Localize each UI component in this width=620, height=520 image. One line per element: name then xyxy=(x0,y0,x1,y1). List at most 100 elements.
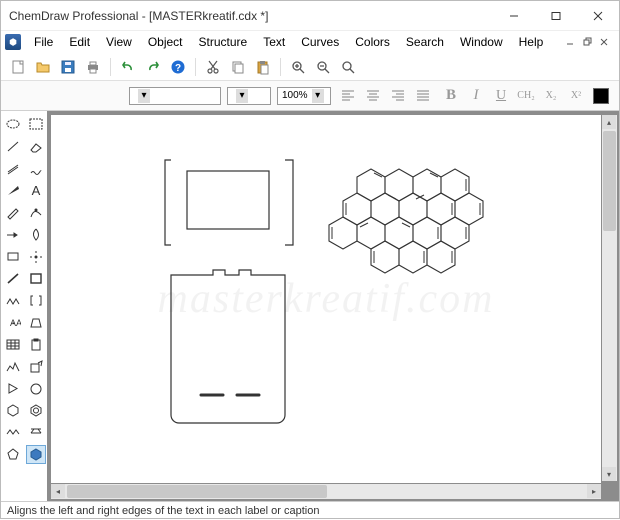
table-tool[interactable] xyxy=(3,335,23,354)
scroll-down-arrow[interactable]: ▾ xyxy=(602,467,616,481)
hexagon-tool[interactable] xyxy=(3,401,23,420)
menu-help[interactable]: Help xyxy=(512,33,551,51)
clipboard-tool[interactable] xyxy=(26,335,46,354)
redo-button[interactable] xyxy=(142,56,164,78)
format-toolbar: ▾ ▾ 100%▾ B I U CH₂ X₂ X² xyxy=(1,81,619,111)
print-button[interactable] xyxy=(82,56,104,78)
align-right-button[interactable] xyxy=(387,86,409,106)
window-title: ChemDraw Professional - [MASTERkreatif.c… xyxy=(9,9,493,23)
lasso-tool[interactable] xyxy=(3,115,23,134)
save-button[interactable] xyxy=(57,56,79,78)
atom-label-tool[interactable]: AA xyxy=(3,313,23,332)
vertical-scrollbar[interactable]: ▴ ▾ xyxy=(602,115,617,481)
play-tool[interactable] xyxy=(3,379,23,398)
menu-search[interactable]: Search xyxy=(399,33,451,51)
bracket-tool[interactable] xyxy=(26,291,46,310)
zoom-fit-button[interactable] xyxy=(337,56,359,78)
italic-button[interactable]: I xyxy=(465,86,487,106)
align-left-button[interactable] xyxy=(337,86,359,106)
main-toolbar: ? xyxy=(1,53,619,81)
pen-tool[interactable] xyxy=(3,203,23,222)
toolbox: A AA xyxy=(1,111,47,501)
wedge-tool[interactable] xyxy=(3,181,23,200)
menu-object[interactable]: Object xyxy=(141,33,190,51)
help-button[interactable]: ? xyxy=(167,56,189,78)
flip-tool[interactable] xyxy=(26,423,46,442)
menu-file[interactable]: File xyxy=(27,33,60,51)
paste-button[interactable] xyxy=(252,56,274,78)
chain-tool[interactable] xyxy=(3,291,23,310)
align-justify-button[interactable] xyxy=(412,86,434,106)
undo-button[interactable] xyxy=(117,56,139,78)
export-tool[interactable] xyxy=(26,357,46,376)
status-bar: Aligns the left and right edges of the t… xyxy=(1,501,619,520)
open-button[interactable] xyxy=(32,56,54,78)
canvas-container: masterkreatif.com xyxy=(47,111,619,501)
reaction-tool[interactable] xyxy=(3,357,23,376)
orbital-tool[interactable] xyxy=(26,225,46,244)
scroll-thumb-horizontal[interactable] xyxy=(67,485,327,498)
zoom-combo[interactable]: 100%▾ xyxy=(277,87,331,105)
drawing-canvas[interactable]: masterkreatif.com xyxy=(51,115,601,483)
eraser-tool[interactable] xyxy=(26,137,46,156)
chevron-down-icon: ▾ xyxy=(138,89,150,103)
subscript-button[interactable]: X₂ xyxy=(540,86,562,106)
color-swatch[interactable] xyxy=(593,88,609,104)
bold-button[interactable]: B xyxy=(440,86,462,106)
benzene-tool[interactable] xyxy=(26,401,46,420)
zoom-out-button[interactable] xyxy=(312,56,334,78)
fontsize-combo[interactable]: ▾ xyxy=(227,87,271,105)
menu-bar: ⬢ File Edit View Object Structure Text C… xyxy=(1,31,619,53)
chevron-down-icon: ▾ xyxy=(312,89,324,103)
horizontal-scrollbar[interactable]: ◂ ▸ xyxy=(51,484,601,499)
cut-button[interactable] xyxy=(202,56,224,78)
box-tool[interactable] xyxy=(26,269,46,288)
superscript-button[interactable]: X² xyxy=(565,86,587,106)
menu-window[interactable]: Window xyxy=(453,33,510,51)
marquee-tool[interactable] xyxy=(26,115,46,134)
chemical-symbol-tool[interactable] xyxy=(26,247,46,266)
close-button[interactable] xyxy=(577,1,619,30)
template-tool[interactable] xyxy=(26,445,46,464)
scroll-up-arrow[interactable]: ▴ xyxy=(602,115,616,129)
underline-button[interactable]: U xyxy=(490,86,512,106)
bond-tool[interactable] xyxy=(3,137,23,156)
menu-text[interactable]: Text xyxy=(256,33,292,51)
copy-button[interactable] xyxy=(227,56,249,78)
menu-colors[interactable]: Colors xyxy=(348,33,397,51)
mdi-restore-button[interactable] xyxy=(580,36,594,48)
app-icon: ⬢ xyxy=(5,34,21,50)
font-combo[interactable]: ▾ xyxy=(129,87,221,105)
chevron-down-icon: ▾ xyxy=(236,89,248,103)
new-button[interactable] xyxy=(7,56,29,78)
scroll-left-arrow[interactable]: ◂ xyxy=(51,484,65,498)
text-tool[interactable]: A xyxy=(26,181,46,200)
scroll-thumb-vertical[interactable] xyxy=(603,131,616,231)
mdi-minimize-button[interactable] xyxy=(563,36,577,48)
line-tool[interactable] xyxy=(3,269,23,288)
window-controls xyxy=(493,1,619,30)
formula-button[interactable]: CH₂ xyxy=(515,86,537,106)
arrow-tool[interactable] xyxy=(3,225,23,244)
menu-edit[interactable]: Edit xyxy=(62,33,97,51)
menu-structure[interactable]: Structure xyxy=(192,33,255,51)
scroll-right-arrow[interactable]: ▸ xyxy=(587,484,601,498)
svg-text:A: A xyxy=(32,183,41,198)
pentagon-tool[interactable] xyxy=(3,445,23,464)
rectangle-tool[interactable] xyxy=(3,247,23,266)
double-bond-tool[interactable] xyxy=(3,159,23,178)
fragment-tool[interactable] xyxy=(3,423,23,442)
menu-view[interactable]: View xyxy=(99,33,139,51)
workspace: A AA masterkreatif.com xyxy=(1,111,619,501)
align-center-button[interactable] xyxy=(362,86,384,106)
wavy-bond-tool[interactable] xyxy=(26,159,46,178)
mdi-close-button[interactable] xyxy=(597,36,611,48)
maximize-button[interactable] xyxy=(535,1,577,30)
menu-curves[interactable]: Curves xyxy=(294,33,346,51)
mass-tool[interactable] xyxy=(26,313,46,332)
zoom-in-button[interactable] xyxy=(287,56,309,78)
svg-text:A: A xyxy=(16,318,21,328)
circle-tool[interactable] xyxy=(26,379,46,398)
minimize-button[interactable] xyxy=(493,1,535,30)
curve-tool[interactable] xyxy=(26,203,46,222)
